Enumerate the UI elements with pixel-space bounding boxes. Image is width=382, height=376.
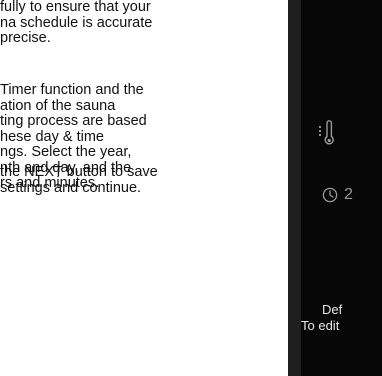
instruction-line: ting process are based — [0, 113, 147, 129]
instruction-line: hese day & time — [0, 128, 104, 145]
instruction-line: ation of the sauna — [0, 97, 116, 114]
instruction-line: precise. — [0, 30, 51, 46]
instruction-paragraph-next: the NEXT button to save settings and con… — [0, 164, 158, 196]
thermometer-icon[interactable] — [318, 119, 334, 147]
instruction-line: fully to ensure that your — [0, 0, 151, 15]
screen-footer-message: Def To edit — [301, 302, 382, 334]
device-frame: 2 Def To edit — [288, 0, 382, 376]
timer-row[interactable]: 2 — [322, 185, 353, 205]
device-screen: 2 Def To edit — [301, 0, 382, 376]
instruction-line: the NEXT button to save — [0, 164, 158, 180]
footer-line: Def — [322, 302, 343, 317]
instruction-line: na schedule is accurate — [0, 14, 153, 31]
timer-value: 2 — [344, 186, 353, 203]
instructions-panel: fully to ensure that your na schedule is… — [0, 0, 255, 376]
instruction-paragraph-accuracy: fully to ensure that your na schedule is… — [0, 0, 152, 47]
clock-icon — [322, 187, 338, 203]
instruction-line: Timer function and the — [0, 82, 144, 98]
footer-line: To edit — [301, 318, 340, 333]
instruction-line: settings and continue. — [0, 179, 142, 196]
instruction-line: ngs. Select the year, — [0, 144, 132, 160]
